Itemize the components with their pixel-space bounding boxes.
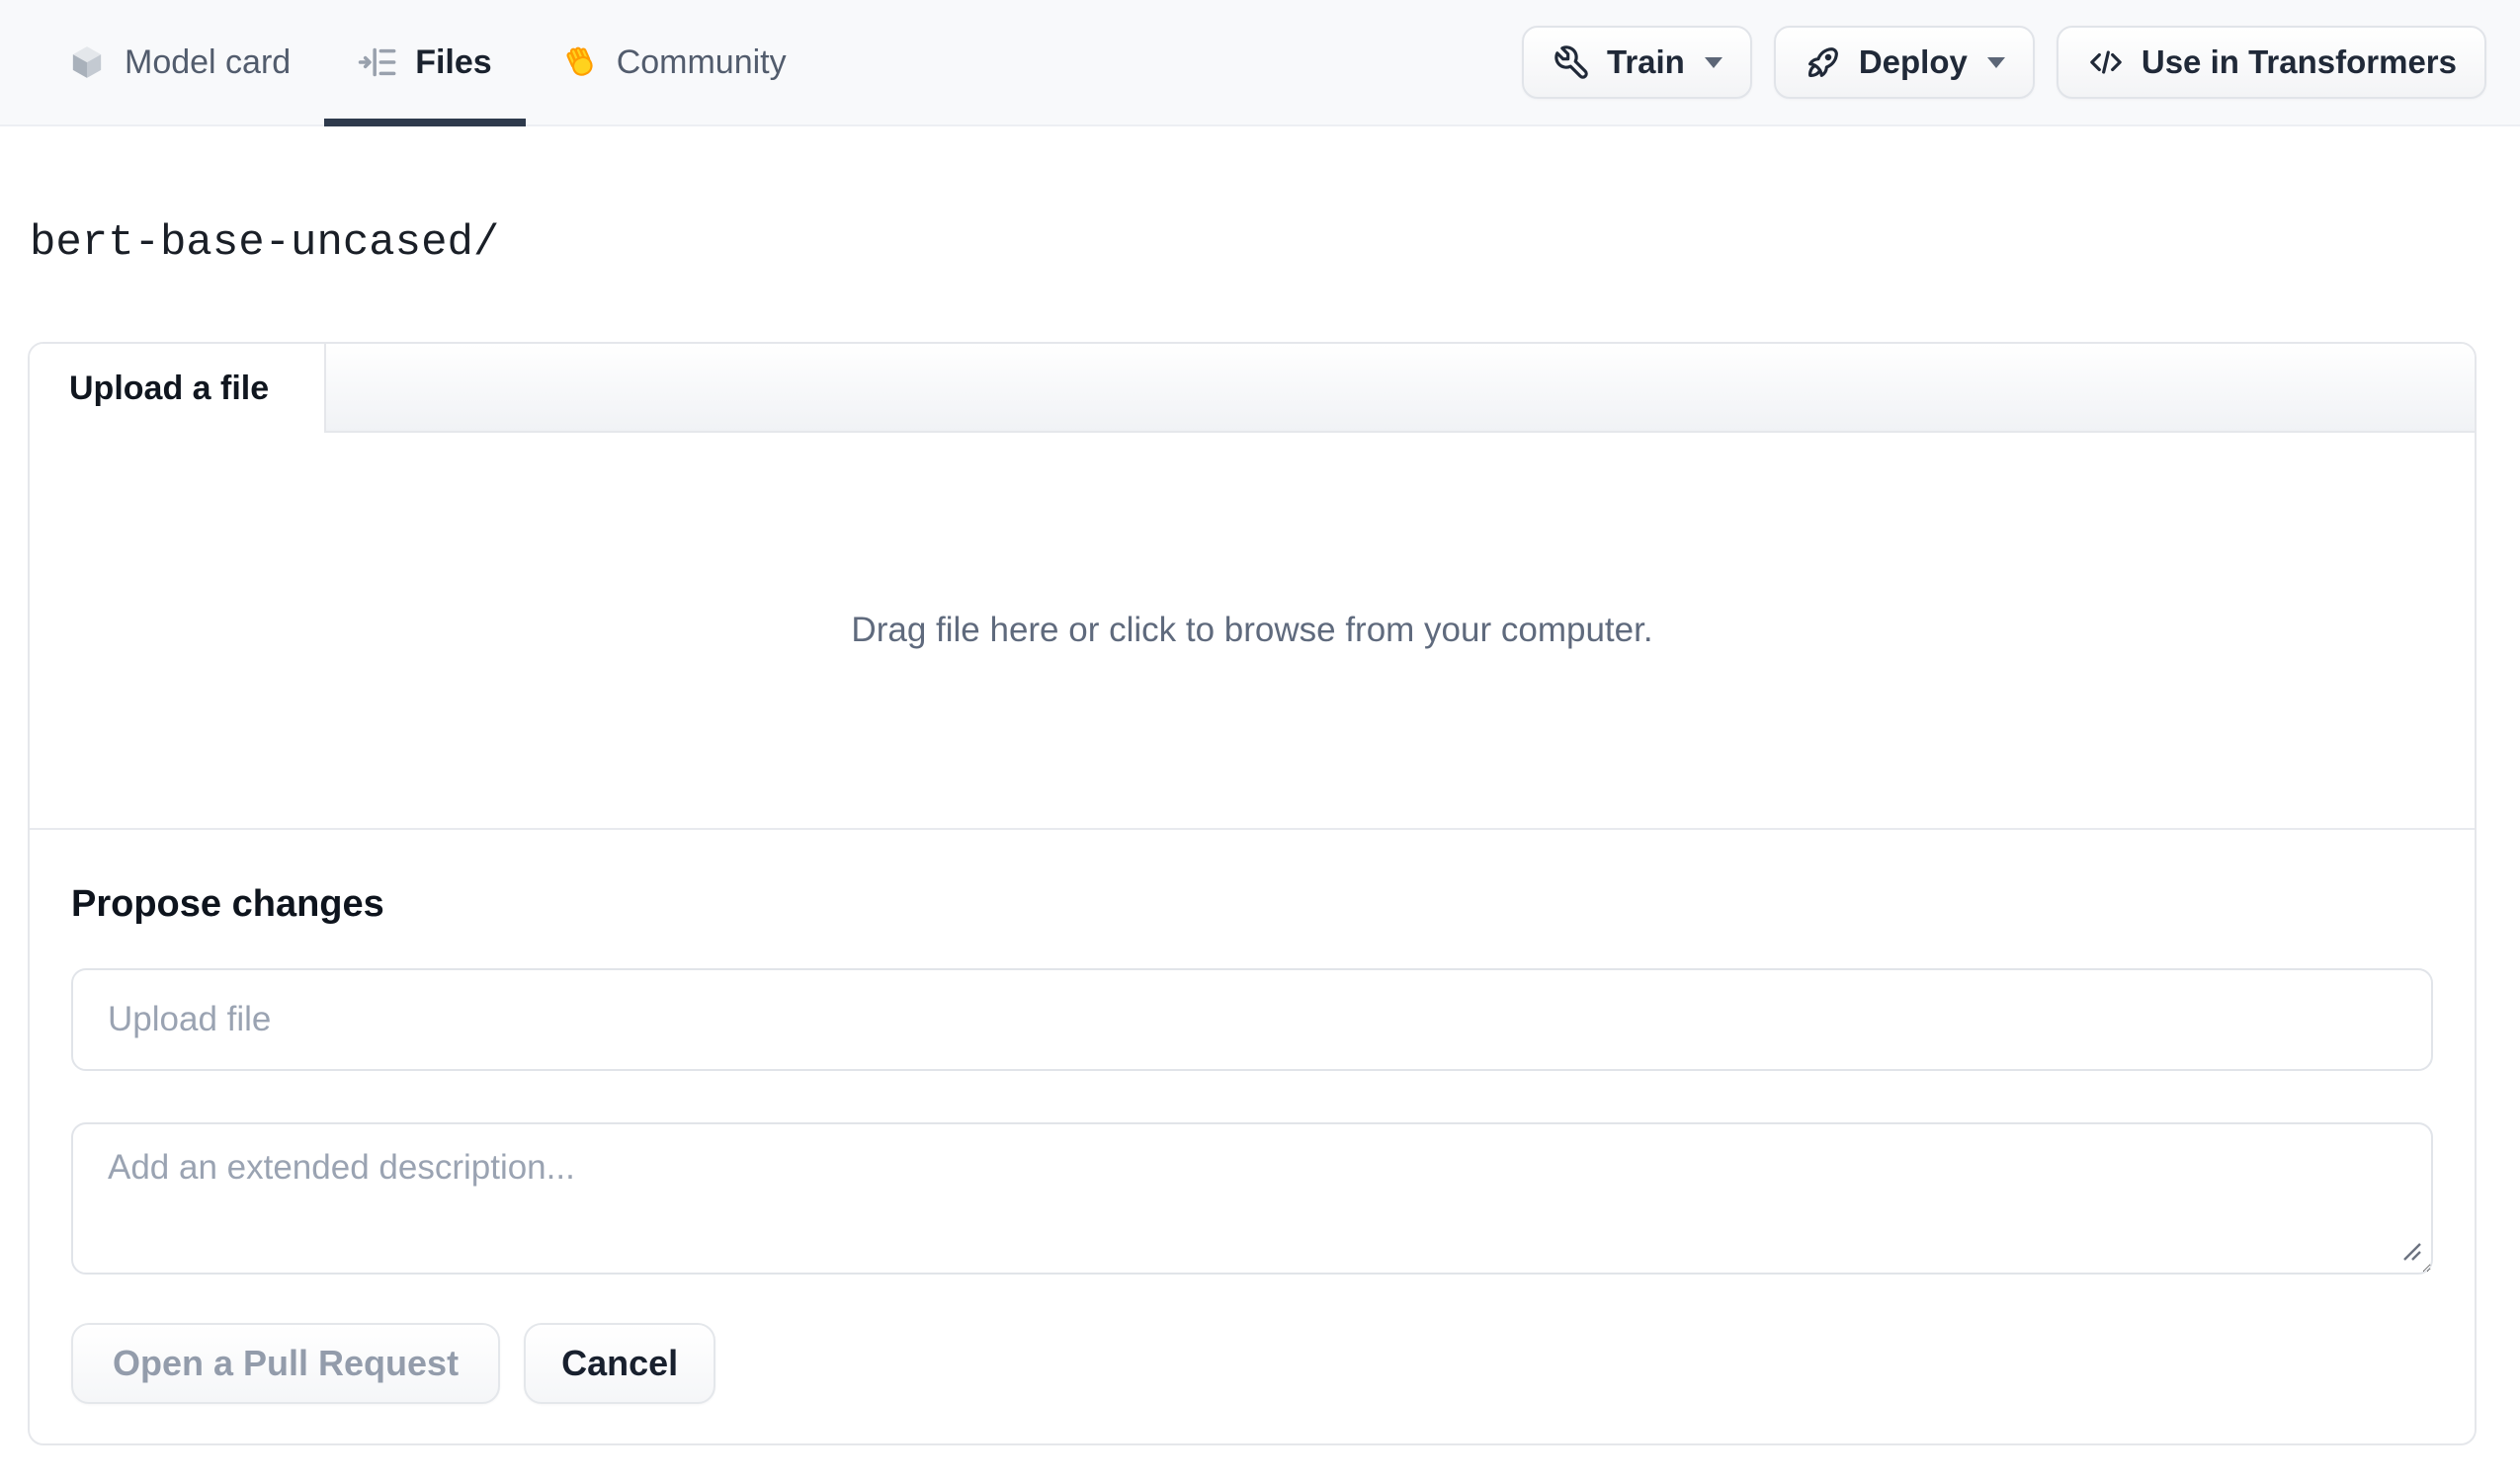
cancel-button[interactable]: Cancel [524, 1322, 716, 1404]
use-in-transformers-label: Use in Transformers [2141, 43, 2457, 80]
chevron-down-icon [1986, 56, 2005, 68]
deploy-button[interactable]: Deploy [1773, 26, 2035, 99]
description-field-wrapper [71, 1121, 2433, 1275]
file-dropzone[interactable]: Drag file here or click to browse from y… [30, 433, 2475, 828]
train-button[interactable]: Train [1521, 26, 1752, 99]
upload-filename-input[interactable] [71, 967, 2433, 1071]
waving-hand-icon [566, 46, 593, 76]
propose-actions-row: Open a Pull Request Cancel [71, 1322, 2433, 1404]
tab-files-label: Files [415, 42, 492, 81]
propose-changes-section: Propose changes Open a Pull Request Canc… [30, 828, 2475, 1443]
tab-model-card[interactable]: Model card [34, 0, 324, 124]
tab-community[interactable]: Community [526, 0, 820, 124]
textarea-resize-handle[interactable] [2397, 1237, 2423, 1263]
open-pull-request-button[interactable]: Open a Pull Request [71, 1322, 501, 1404]
upload-panel: Upload a file Drag file here or click to… [28, 342, 2477, 1445]
cube-icon [72, 46, 102, 78]
upload-panel-tabbar: Upload a file [30, 344, 2475, 433]
chevron-down-icon [1704, 56, 1722, 68]
code-icon [2090, 50, 2122, 74]
use-in-transformers-button[interactable]: Use in Transformers [2056, 26, 2486, 99]
dropzone-hint-text: Drag file here or click to browse from y… [851, 611, 1653, 649]
repo-nav-bar: Model card Files Community Train Deploy … [0, 0, 2520, 126]
tab-files[interactable]: Files [324, 0, 527, 126]
wrench-icon [1554, 45, 1588, 79]
repo-path: bert-base-uncased/ [30, 218, 500, 268]
rocket-icon [1807, 47, 1838, 77]
tab-community-label: Community [616, 42, 787, 81]
deploy-button-label: Deploy [1858, 43, 1968, 80]
repo-action-buttons: Train Deploy Use in Transformers [1521, 0, 2486, 124]
extended-description-textarea[interactable] [71, 1121, 2433, 1275]
train-button-label: Train [1606, 43, 1685, 80]
tab-upload-a-file[interactable]: Upload a file [30, 344, 326, 433]
repo-tabs: Model card Files Community [34, 0, 820, 126]
propose-changes-heading: Propose changes [71, 883, 384, 925]
tab-upload-a-file-label: Upload a file [69, 369, 270, 407]
tab-model-card-label: Model card [125, 42, 292, 81]
files-list-icon [358, 47, 396, 77]
